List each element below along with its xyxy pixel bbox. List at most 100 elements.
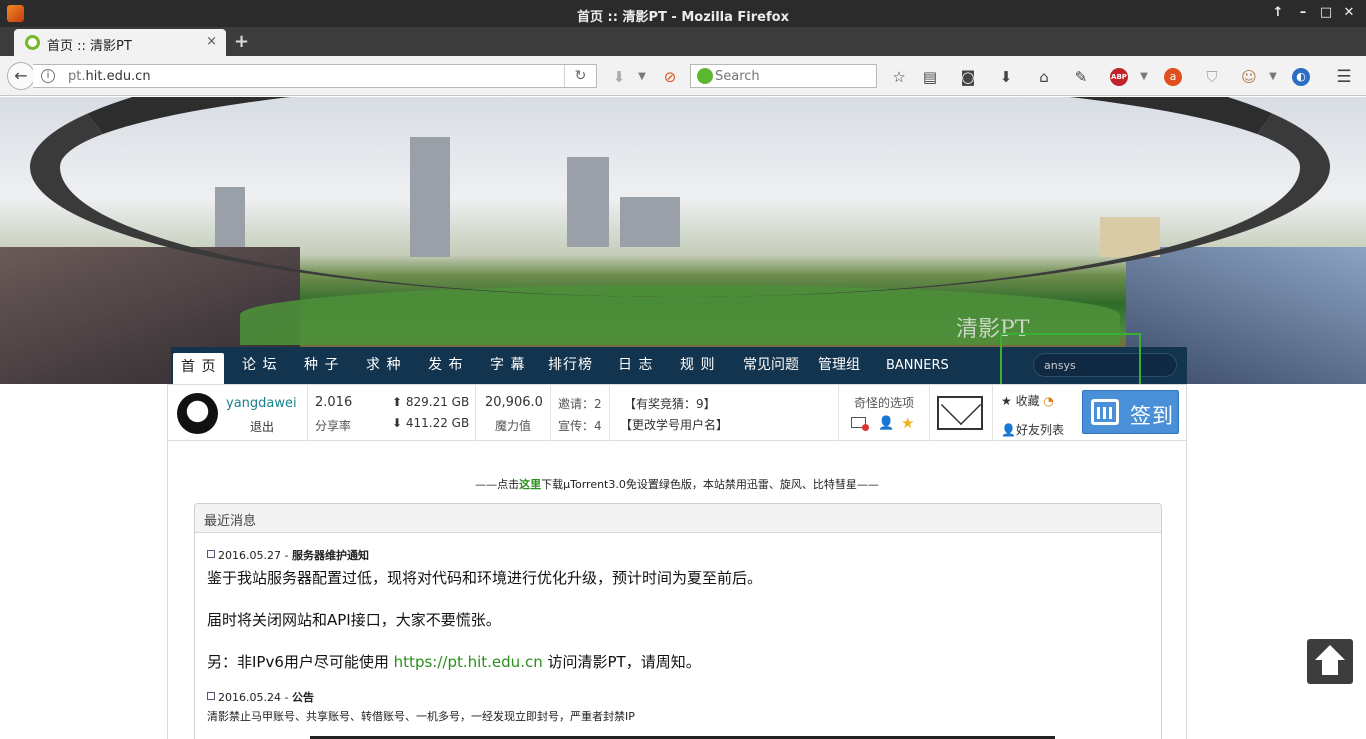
quiz-link[interactable]: 【有奖竞猜：9】 bbox=[624, 395, 716, 412]
divider bbox=[475, 385, 476, 441]
addon-a-icon[interactable]: a bbox=[1164, 68, 1182, 86]
scroll-to-top-button[interactable] bbox=[1307, 639, 1353, 684]
nav-toolbar: ← i pt.hit.edu.cn ↻ ⬇ ▼ ⊘ ☆ ▤ ◙ ⬇ ⌂ ✎ AB… bbox=[0, 56, 1366, 96]
user-icon[interactable]: 👤 bbox=[878, 416, 894, 431]
friends-link[interactable]: 👤好友列表 bbox=[1001, 421, 1064, 438]
nav-upload[interactable]: 发 布 bbox=[428, 347, 463, 384]
adblock-dropdown-icon[interactable]: ▼ bbox=[1135, 68, 1153, 86]
rss-icon[interactable]: ◔ bbox=[1043, 394, 1053, 408]
utorrent-promo: ——点击这里下载μTorrent3.0免设置绿色版，本站禁用迅雷、旋风、比特彗星… bbox=[475, 478, 879, 491]
adblock-plus-icon[interactable]: ABP bbox=[1110, 68, 1128, 86]
favorites-star-icon: ★ bbox=[1001, 394, 1016, 408]
dropdown-arrow-icon[interactable]: ▼ bbox=[633, 68, 651, 86]
news-text: 另：非IPv6用户尽可能使用 https://pt.hit.edu.cn 访问清… bbox=[207, 653, 701, 671]
pocket-icon[interactable]: ◙ bbox=[959, 68, 977, 86]
nav-faq[interactable]: 常见问题 bbox=[743, 347, 799, 384]
monkey-icon[interactable]: ☺ bbox=[1240, 68, 1258, 86]
window-titlebar: 首页 :: 清影PT - Mozilla Firefox ↑ – □ ✕ bbox=[0, 0, 1366, 27]
info-icon[interactable]: i bbox=[41, 69, 55, 83]
tab-home[interactable]: 首页 :: 清影PT × bbox=[14, 29, 226, 56]
collapse-toggle-icon[interactable] bbox=[207, 692, 215, 700]
divider bbox=[307, 385, 308, 441]
back-button[interactable]: ← bbox=[7, 62, 35, 90]
collapse-toggle-icon[interactable] bbox=[207, 550, 215, 558]
nav-staff[interactable]: 管理组 bbox=[818, 347, 860, 384]
news-text: 清影禁止马甲账号、共享账号、转借账号、一机多号，一经发现立即封号，严重者封禁IP bbox=[207, 710, 635, 723]
minimize-button[interactable]: – bbox=[1293, 4, 1313, 22]
shield-icon[interactable]: ⛉ bbox=[1203, 68, 1221, 86]
username-link[interactable]: yangdawei bbox=[226, 396, 297, 411]
downloaded-value: ⬇ 411.22 GB bbox=[392, 416, 470, 430]
url-bar[interactable]: i pt.hit.edu.cn ↻ bbox=[33, 64, 597, 88]
news-header: 最近消息 bbox=[195, 504, 1161, 533]
web-search-input[interactable] bbox=[715, 67, 870, 85]
news-text: 届时将关闭网站和API接口，大家不要慌张。 bbox=[207, 611, 501, 629]
maximize-button[interactable]: □ bbox=[1316, 4, 1336, 22]
user-info-bar: yangdawei 退出 2.016 分享率 ⬆ 829.21 GB ⬇ 411… bbox=[167, 384, 1187, 441]
url-text[interactable]: pt.hit.edu.cn bbox=[68, 69, 151, 84]
tab-label: 首页 :: 清影PT bbox=[47, 39, 132, 54]
news-item-header[interactable]: 2016.05.27 - 服务器维护通知 bbox=[207, 547, 369, 563]
star-icon[interactable]: ★ bbox=[901, 414, 914, 432]
logout-link[interactable]: 退出 bbox=[250, 418, 274, 435]
bookmark-star-icon[interactable]: ☆ bbox=[890, 68, 908, 86]
divider bbox=[550, 385, 551, 441]
nav-rankings[interactable]: 排行榜 bbox=[548, 347, 593, 384]
download-status-icon[interactable]: ⬇ bbox=[610, 68, 628, 86]
reading-list-icon[interactable]: ▤ bbox=[921, 68, 939, 86]
downloads-icon[interactable]: ⬇ bbox=[997, 68, 1015, 86]
friends-user-icon: 👤 bbox=[1001, 423, 1016, 437]
nav-home[interactable]: 首 页 bbox=[173, 353, 225, 384]
avatar[interactable] bbox=[177, 393, 218, 434]
site-favicon-icon bbox=[25, 35, 40, 50]
share-ratio-value: 2.016 bbox=[315, 395, 353, 410]
nav-log[interactable]: 日 志 bbox=[618, 347, 653, 384]
tab-close-icon[interactable]: × bbox=[206, 34, 217, 49]
favorites-link[interactable]: ★ 收藏 ◔ bbox=[1001, 392, 1054, 409]
close-window-button[interactable]: ✕ bbox=[1339, 4, 1359, 22]
nav-rules[interactable]: 规 则 bbox=[680, 347, 715, 384]
invite-link[interactable]: 邀请：2 bbox=[558, 395, 602, 412]
news-item-header[interactable]: 2016.05.24 - 公告 bbox=[207, 689, 314, 705]
utorrent-download-link[interactable]: 这里 bbox=[519, 478, 541, 491]
promo-link[interactable]: 宣传：4 bbox=[558, 417, 602, 434]
web-search-box[interactable] bbox=[690, 64, 877, 88]
new-tab-button[interactable]: + bbox=[234, 31, 249, 52]
globe-icon[interactable]: ◐ bbox=[1292, 68, 1310, 86]
news-panel: 最近消息 2016.05.27 - 服务器维护通知 鉴于我站服务器配置过低，现将… bbox=[194, 503, 1162, 739]
no-icon[interactable]: ⊘ bbox=[661, 68, 679, 86]
calendar-icon bbox=[1091, 399, 1119, 425]
home-icon[interactable]: ⌂ bbox=[1035, 68, 1053, 86]
bonus-label: 魔力值 bbox=[495, 419, 532, 433]
nav-banners[interactable]: BANNERS bbox=[886, 347, 949, 384]
checkin-button[interactable]: 签到 bbox=[1082, 390, 1179, 434]
nav-forum[interactable]: 论 坛 bbox=[242, 347, 277, 384]
tab-strip: 首页 :: 清影PT × + bbox=[0, 27, 1366, 56]
odd-options-label: 奇怪的选项 bbox=[854, 396, 915, 410]
uploaded-value: ⬆ 829.21 GB bbox=[392, 395, 470, 409]
news-text: 鉴于我站服务器配置过低，现将对代码和环境进行优化升级，预计时间为夏至前后。 bbox=[207, 569, 763, 587]
rename-link[interactable]: 【更改学号用户名】 bbox=[620, 416, 728, 433]
divider bbox=[992, 385, 993, 441]
nav-torrents[interactable]: 种 子 bbox=[304, 347, 339, 384]
site-banner: 清影PT bbox=[0, 97, 1366, 384]
share-ratio-label: 分享率 bbox=[315, 419, 352, 433]
ipv4-site-link[interactable]: https://pt.hit.edu.cn bbox=[394, 653, 543, 671]
message-alert-icon[interactable] bbox=[851, 417, 869, 431]
share-icon[interactable]: ✎ bbox=[1072, 68, 1090, 86]
checkin-label: 签到 bbox=[1130, 404, 1174, 428]
menu-icon[interactable]: ☰ bbox=[1335, 68, 1353, 86]
monkey-dropdown-icon[interactable]: ▼ bbox=[1264, 68, 1282, 86]
nav-subtitles[interactable]: 字 幕 bbox=[490, 347, 525, 384]
reload-icon[interactable]: ↻ bbox=[564, 65, 596, 87]
window-title: 首页 :: 清影PT - Mozilla Firefox bbox=[577, 10, 789, 25]
main-content: ——点击这里下载μTorrent3.0免设置绿色版，本站禁用迅雷、旋风、比特彗星… bbox=[167, 441, 1187, 739]
divider bbox=[609, 385, 610, 441]
news-heading: 最近消息 bbox=[204, 514, 257, 529]
divider bbox=[929, 385, 930, 441]
search-engine-icon[interactable] bbox=[697, 68, 713, 84]
inbox-envelope-icon[interactable] bbox=[937, 396, 983, 430]
bonus-value[interactable]: 20,906.0 bbox=[485, 395, 543, 410]
nav-requests[interactable]: 求 种 bbox=[366, 347, 401, 384]
window-up-icon[interactable]: ↑ bbox=[1268, 4, 1288, 22]
